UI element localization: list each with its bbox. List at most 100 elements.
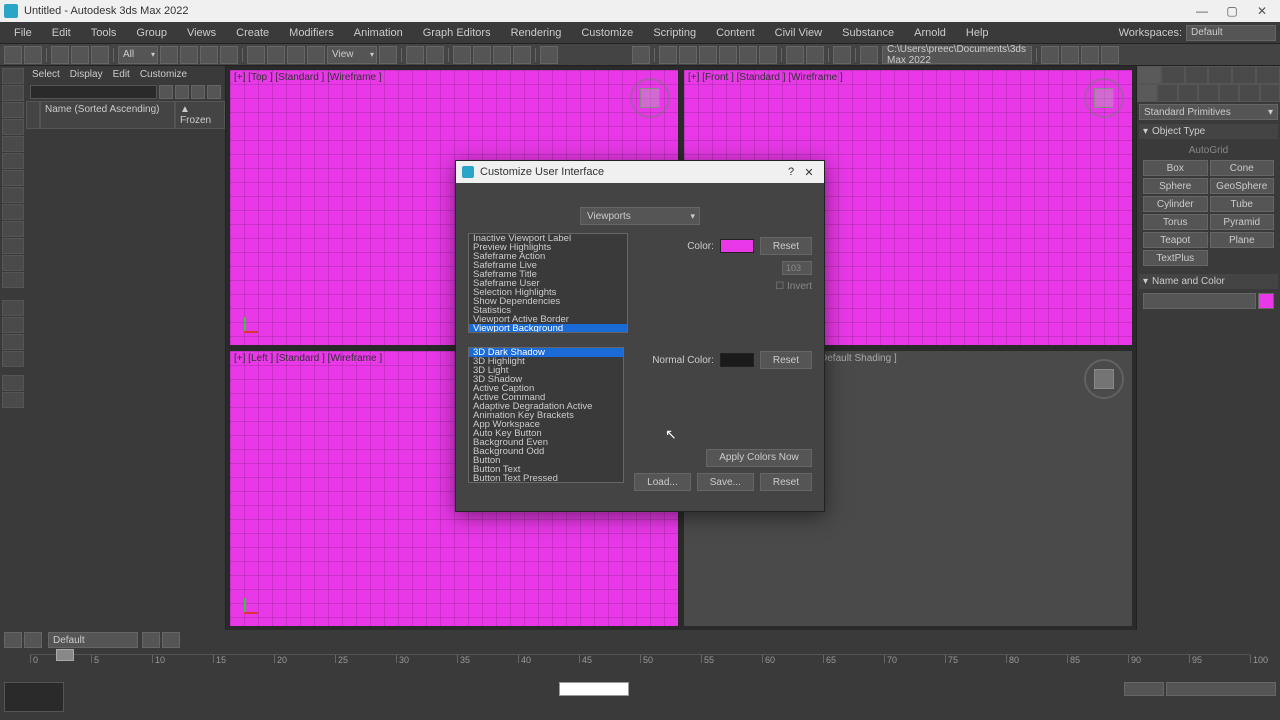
se-menu-select[interactable]: Select: [32, 69, 60, 80]
workspace-dropdown[interactable]: Default: [1186, 25, 1276, 41]
default-layer-dropdown[interactable]: Default: [48, 632, 138, 648]
systems-subtab[interactable]: [1260, 84, 1280, 102]
time-slider[interactable]: [56, 649, 74, 661]
render-frame-icon[interactable]: [1061, 46, 1079, 64]
lb-icon[interactable]: [2, 351, 24, 367]
lb-icon[interactable]: [2, 238, 24, 254]
link-icon[interactable]: [51, 46, 69, 64]
geometry-subtab[interactable]: [1137, 84, 1157, 102]
menu-substance[interactable]: Substance: [832, 24, 904, 42]
material-editor-icon[interactable]: [833, 46, 851, 64]
se-search-input[interactable]: [30, 85, 157, 99]
se-close-icon[interactable]: [159, 85, 173, 99]
torus-button[interactable]: Torus: [1143, 214, 1208, 230]
spacewarps-subtab[interactable]: [1239, 84, 1259, 102]
viewport-layout-icon[interactable]: [4, 632, 22, 648]
textplus-button[interactable]: TextPlus: [1143, 250, 1208, 266]
placement-icon[interactable]: [307, 46, 325, 64]
layer-icon[interactable]: [142, 632, 160, 648]
motion-tab[interactable]: [1208, 66, 1232, 84]
close-button[interactable]: ✕: [1248, 2, 1276, 20]
hierarchy-tab[interactable]: [1185, 66, 1209, 84]
menu-help[interactable]: Help: [956, 24, 999, 42]
object-name-input[interactable]: [1143, 293, 1256, 309]
object-type-header[interactable]: ▾Object Type: [1139, 124, 1278, 139]
name-color-header[interactable]: ▾Name and Color: [1139, 274, 1278, 289]
menu-graph-editors[interactable]: Graph Editors: [413, 24, 501, 42]
create-tab[interactable]: [1137, 66, 1161, 84]
timeline[interactable]: 0510152025303540455055606570758085909510…: [30, 654, 1250, 676]
align2-icon[interactable]: [679, 46, 697, 64]
status-field[interactable]: [559, 682, 629, 696]
viewcube-icon[interactable]: [1084, 78, 1124, 118]
menu-scripting[interactable]: Scripting: [643, 24, 706, 42]
viewport-layout-icon[interactable]: [24, 632, 42, 648]
se-tool-icon[interactable]: [207, 85, 221, 99]
percent-snap-icon[interactable]: [493, 46, 511, 64]
status-field[interactable]: [1124, 682, 1164, 696]
menu-tools[interactable]: Tools: [81, 24, 127, 42]
lb-icon[interactable]: [2, 153, 24, 169]
align4-icon[interactable]: [719, 46, 737, 64]
select-icon[interactable]: [160, 46, 178, 64]
cone-button[interactable]: Cone: [1210, 160, 1275, 176]
display-tab[interactable]: [1232, 66, 1256, 84]
lb-icon[interactable]: [2, 68, 24, 84]
helpers-subtab[interactable]: [1219, 84, 1239, 102]
render-last-icon[interactable]: [1101, 46, 1119, 64]
color-swatch[interactable]: [720, 239, 754, 253]
undo-icon[interactable]: [4, 46, 22, 64]
se-tool-icon[interactable]: [191, 85, 205, 99]
layer-icon[interactable]: [162, 632, 180, 648]
menu-edit[interactable]: Edit: [42, 24, 81, 42]
cylinder-button[interactable]: Cylinder: [1143, 196, 1208, 212]
lb-icon[interactable]: [2, 300, 24, 316]
sphere-button[interactable]: Sphere: [1143, 178, 1208, 194]
vp-label[interactable]: [+] [Top ] [Standard ] [Wireframe ]: [234, 72, 382, 83]
lights-subtab[interactable]: [1178, 84, 1198, 102]
utilities-tab[interactable]: [1256, 66, 1280, 84]
shapes-subtab[interactable]: [1157, 84, 1177, 102]
folder-icon[interactable]: [860, 46, 878, 64]
lb-icon[interactable]: [2, 334, 24, 350]
scale-icon[interactable]: [287, 46, 305, 64]
lb-icon[interactable]: [2, 375, 24, 391]
invert-checkbox[interactable]: ☐ Invert: [775, 281, 812, 292]
maxscript-mini-listener[interactable]: [4, 682, 64, 712]
align6-icon[interactable]: [759, 46, 777, 64]
se-tool-icon[interactable]: [175, 85, 189, 99]
status-dropdown[interactable]: [1166, 682, 1276, 696]
modify-tab[interactable]: [1161, 66, 1185, 84]
toggle-icon[interactable]: [806, 46, 824, 64]
lb-icon[interactable]: [2, 187, 24, 203]
align3-icon[interactable]: [699, 46, 717, 64]
manipulate-icon[interactable]: [406, 46, 424, 64]
vp-label[interactable]: [+] [Left ] [Standard ] [Wireframe ]: [234, 353, 382, 364]
save-button[interactable]: Save...: [697, 473, 754, 491]
redo-icon[interactable]: [24, 46, 42, 64]
menu-arnold[interactable]: Arnold: [904, 24, 956, 42]
angle-snap-icon[interactable]: [473, 46, 491, 64]
lb-icon[interactable]: [2, 204, 24, 220]
vp-label[interactable]: [+] [Front ] [Standard ] [Wireframe ]: [688, 72, 843, 83]
lb-icon[interactable]: [2, 170, 24, 186]
window-crossing-icon[interactable]: [220, 46, 238, 64]
unlink-icon[interactable]: [71, 46, 89, 64]
geosphere-button[interactable]: GeoSphere: [1210, 178, 1275, 194]
menu-customize[interactable]: Customize: [571, 24, 643, 42]
menu-modifiers[interactable]: Modifiers: [279, 24, 344, 42]
keyboard-shortcut-icon[interactable]: [426, 46, 444, 64]
pyramid-button[interactable]: Pyramid: [1210, 214, 1275, 230]
lb-icon[interactable]: [2, 119, 24, 135]
maximize-button[interactable]: ▢: [1218, 2, 1246, 20]
dialog-help-button[interactable]: ?: [782, 163, 800, 181]
lb-icon[interactable]: [2, 221, 24, 237]
rotate-icon[interactable]: [267, 46, 285, 64]
menu-rendering[interactable]: Rendering: [501, 24, 572, 42]
edit-named-sel-icon[interactable]: [540, 46, 558, 64]
use-pivot-icon[interactable]: [379, 46, 397, 64]
se-menu-edit[interactable]: Edit: [113, 69, 130, 80]
dialog-close-button[interactable]: ✕: [800, 163, 818, 181]
lb-icon[interactable]: [2, 392, 24, 408]
viewcube-icon[interactable]: [1084, 359, 1124, 399]
